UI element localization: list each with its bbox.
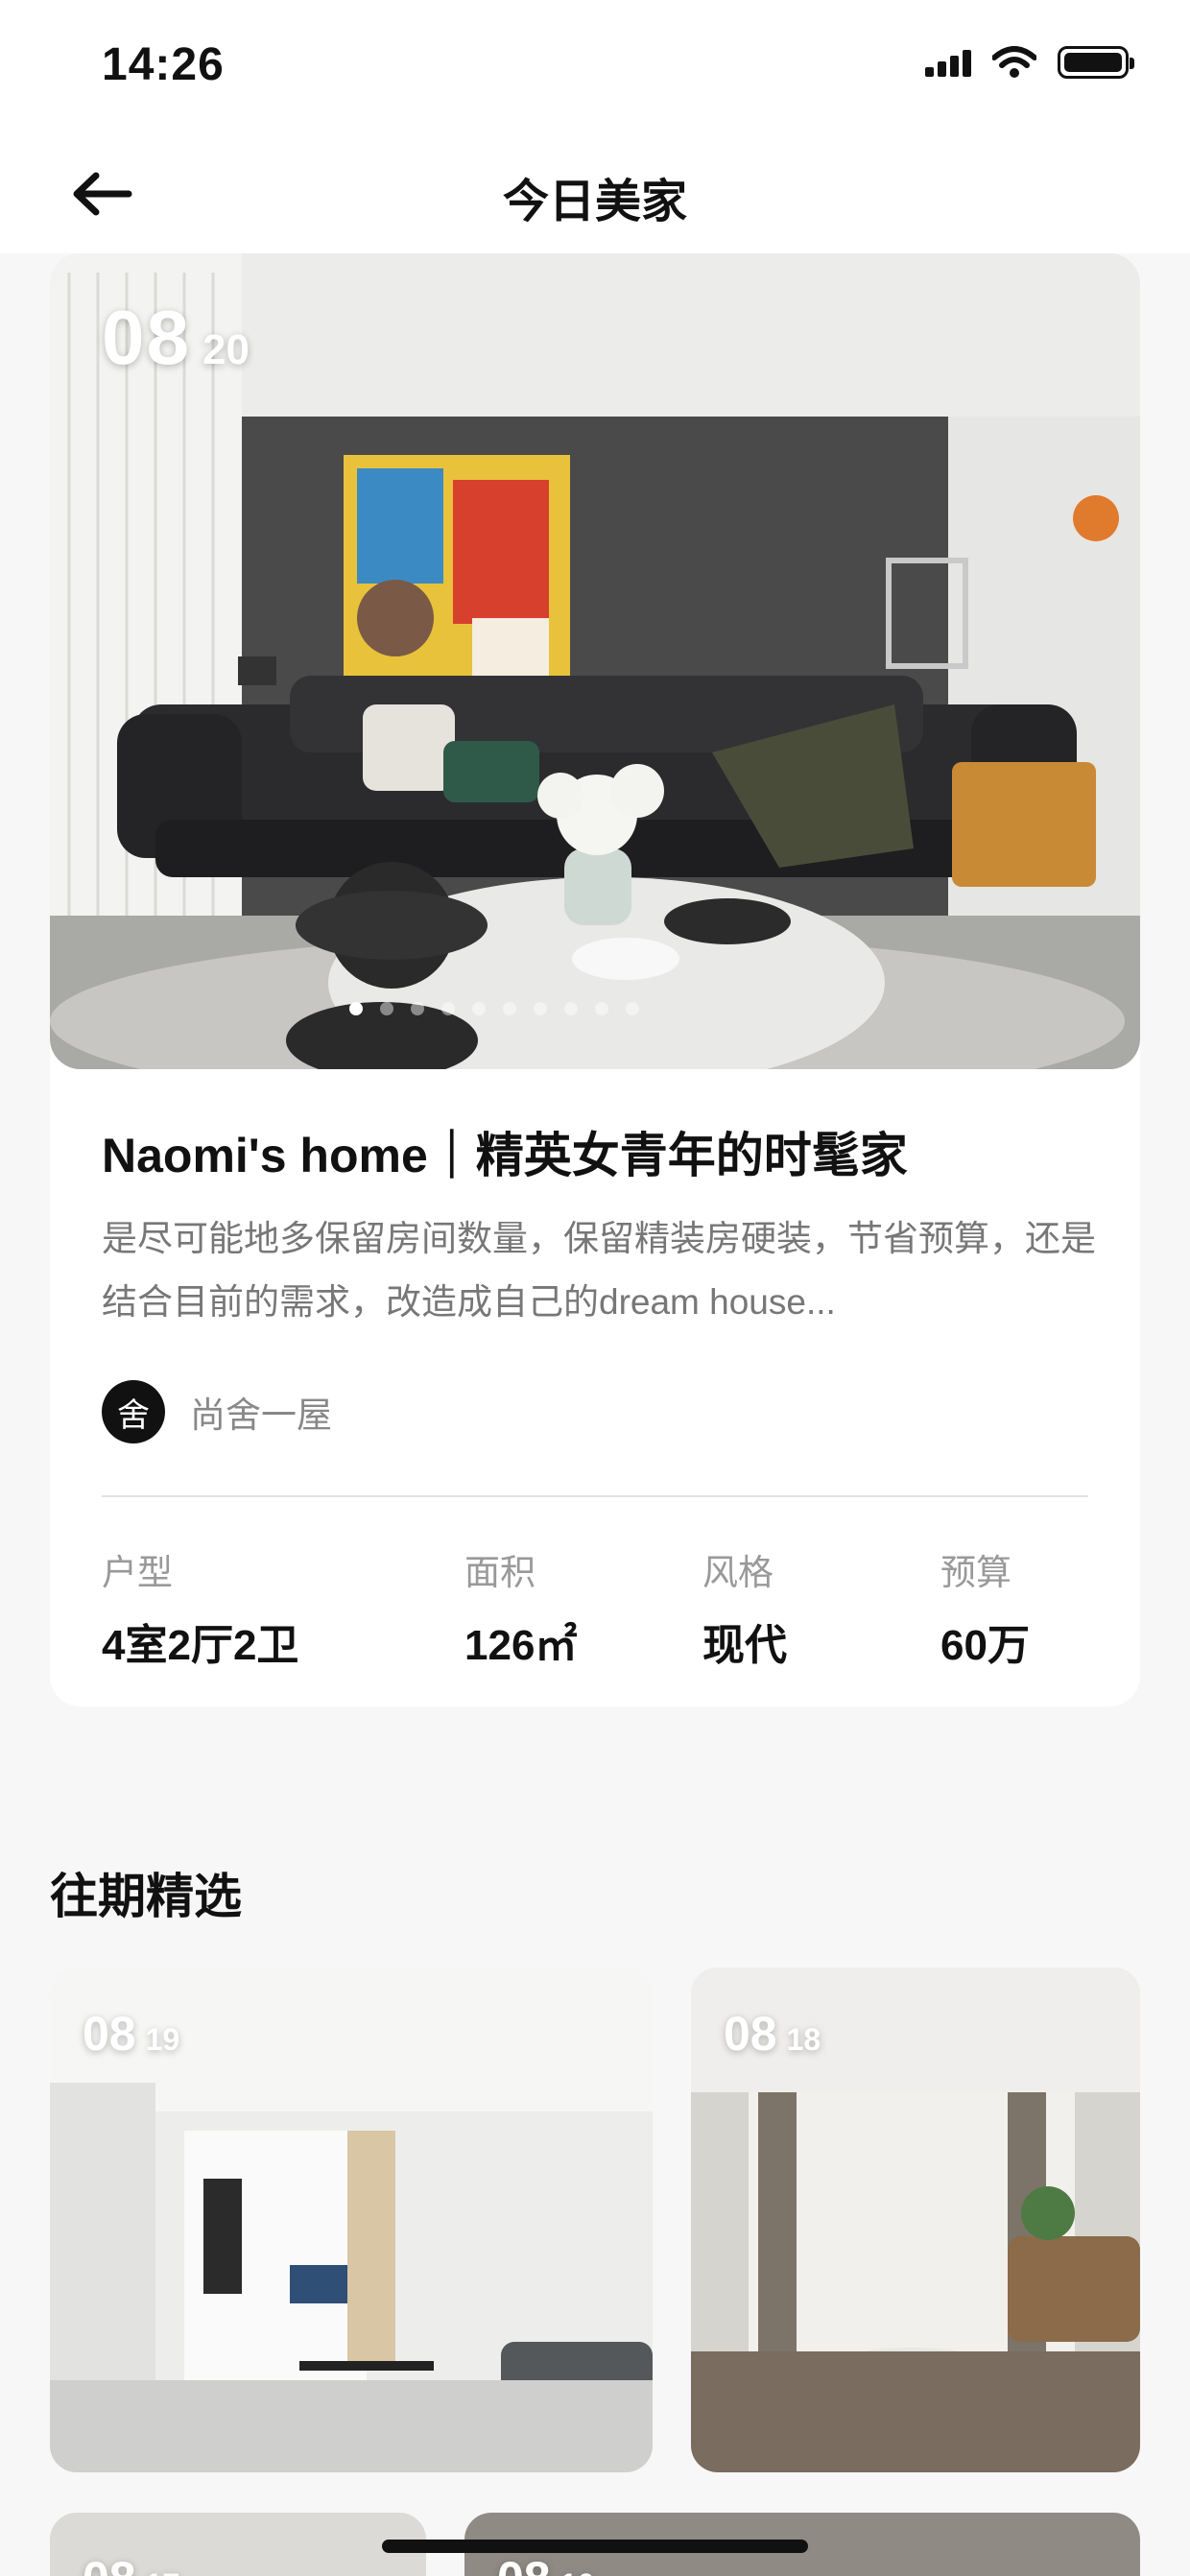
spec-value: 4室2厅2卫 — [102, 1622, 299, 1669]
spec-label: 预算 — [940, 1553, 1012, 1592]
featured-title[interactable]: Naomi's home｜精英女青年的时髦家 — [102, 1117, 1100, 1186]
carousel-dot[interactable] — [380, 1002, 393, 1015]
spec-area: 面积 126㎡ — [464, 1543, 577, 1672]
carousel-dot[interactable] — [503, 1002, 516, 1015]
spec-label: 风格 — [702, 1553, 774, 1592]
status-icons — [925, 46, 1134, 79]
carousel-dot[interactable] — [349, 1002, 363, 1015]
spec-layout: 户型 4室2厅2卫 — [102, 1543, 298, 1672]
past-pick-card[interactable]: 08 17 — [50, 2513, 426, 2576]
carousel-dot[interactable] — [564, 1002, 578, 1015]
carousel-dot[interactable] — [472, 1002, 486, 1015]
author-avatar[interactable]: 舍 — [102, 1380, 165, 1443]
past-pick-date: 08 17 — [83, 2551, 179, 2576]
signal-icon — [925, 48, 971, 77]
home-indicator — [382, 2540, 808, 2553]
nav-bar: 今日美家 — [0, 134, 1190, 253]
past-pick-card[interactable]: 08 19 — [50, 1968, 653, 2472]
carousel-dot[interactable] — [595, 1002, 608, 1015]
author-name[interactable]: 尚舍一屋 — [190, 1386, 332, 1438]
featured-date-badge: 08 20 — [102, 295, 250, 380]
carousel-dot[interactable] — [411, 1002, 424, 1015]
past-pick-date: 08 19 — [83, 2007, 180, 2061]
page-title: 今日美家 — [502, 177, 687, 227]
status-time: 14:26 — [102, 39, 225, 90]
featured-image-carousel[interactable]: 08 20 — [50, 253, 1140, 1069]
spec-value: 60万 — [940, 1622, 1030, 1669]
carousel-dot[interactable] — [534, 1002, 547, 1015]
battery-icon — [1058, 46, 1134, 79]
spec-value: 126㎡ — [464, 1622, 578, 1669]
section-title-past-picks: 往期精选 — [50, 1870, 242, 1923]
wifi-icon — [992, 46, 1036, 78]
featured-home-card[interactable]: 08 20 Naomi's home｜精英女青年的时髦家 是尽可能地多保留房间数… — [50, 253, 1140, 1706]
spec-label: 户型 — [102, 1553, 173, 1592]
past-pick-card[interactable]: 08 18 — [691, 1968, 1140, 2472]
carousel-dots[interactable] — [50, 1002, 1140, 1015]
status-bar: 14:26 — [0, 0, 1190, 134]
divider — [102, 1495, 1088, 1497]
carousel-dot[interactable] — [626, 1002, 639, 1015]
spec-value: 现代 — [702, 1622, 787, 1669]
past-pick-date: 08 16 — [497, 2551, 594, 2576]
spec-style: 风格 现代 — [702, 1543, 787, 1672]
spec-label: 面积 — [464, 1553, 536, 1592]
author[interactable]: 舍 尚舍一屋 — [102, 1380, 332, 1443]
featured-description: 是尽可能地多保留房间数量，保留精装房硬装，节省预算，还是结合目前的需求，改造成自… — [102, 1219, 1096, 1322]
spec-budget: 预算 60万 — [940, 1543, 1030, 1672]
past-pick-date: 08 18 — [724, 2007, 821, 2061]
carousel-dot[interactable] — [441, 1002, 455, 1015]
